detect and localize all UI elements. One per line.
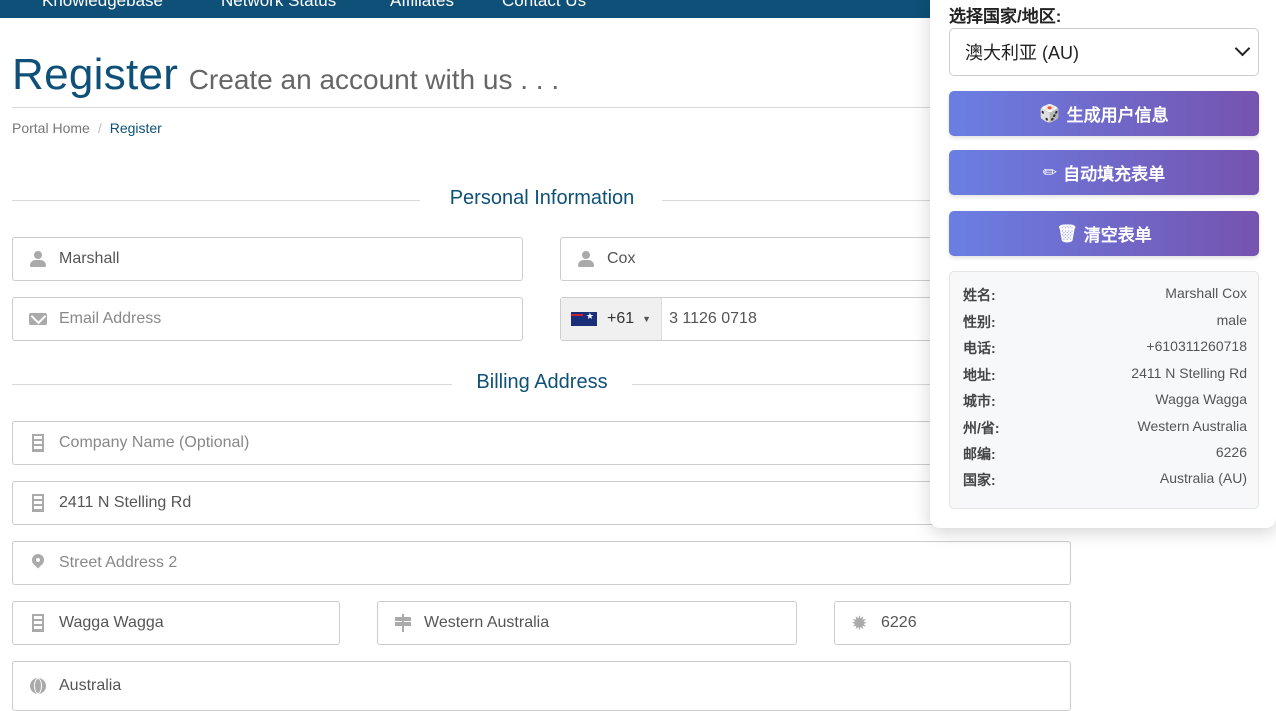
clear-form-button[interactable]: 🗑 清空表单	[949, 211, 1259, 256]
company-name-input[interactable]: Company Name (Optional)	[12, 421, 1071, 465]
caret-down-icon: ▼	[642, 314, 652, 324]
first-name-input[interactable]: Marshall	[12, 237, 523, 281]
phone-code: +61	[607, 310, 635, 327]
info-value: Wagga Wagga	[1155, 391, 1247, 407]
info-key: 城市:	[963, 393, 996, 409]
street-address-2-placeholder: Street Address 2	[59, 554, 178, 571]
nav-network-status[interactable]: Network Status	[221, 0, 336, 11]
user-info-box: 姓名: Marshall Cox 性别: male 电话: +610311260…	[949, 271, 1259, 509]
user-icon	[29, 250, 47, 268]
page-subtitle: Create an account with us . . .	[188, 64, 560, 95]
info-value: Western Australia	[1137, 418, 1247, 434]
info-key: 邮编:	[963, 446, 996, 462]
street-address-input[interactable]: 2411 N Stelling Rd	[12, 481, 1071, 525]
info-row-country: 国家: Australia (AU)	[963, 470, 1247, 490]
section-billing-address: Billing Address	[12, 369, 1072, 399]
section-heading: Personal Information	[449, 187, 635, 209]
postcode-input[interactable]: 6226	[834, 601, 1071, 645]
info-key: 姓名:	[963, 287, 996, 303]
user-icon	[577, 250, 595, 268]
clear-form-label: 清空表单	[1083, 226, 1152, 245]
info-row-name: 姓名: Marshall Cox	[963, 285, 1247, 305]
australia-flag-icon	[571, 311, 597, 326]
section-personal-information: Personal Information	[12, 185, 1072, 215]
company-placeholder: Company Name (Optional)	[59, 434, 250, 451]
first-name-value: Marshall	[59, 250, 120, 267]
state-value: Western Australia	[424, 614, 550, 631]
info-row-phone: 电话: +610311260718	[963, 338, 1247, 358]
country-select[interactable]: 澳大利亚 (AU)	[949, 28, 1259, 76]
autofill-panel: 选择国家/地区: 澳大利亚 (AU) 🎲 生成用户信息 ✏ 自动填充表单 🗑 清…	[930, 0, 1276, 528]
country-select-label: 选择国家/地区:	[949, 7, 1062, 26]
section-heading: Billing Address	[476, 371, 608, 393]
info-row-city: 城市: Wagga Wagga	[963, 391, 1247, 411]
envelope-icon	[29, 310, 47, 328]
generate-user-label: 生成用户信息	[1066, 106, 1169, 125]
info-key: 性别:	[963, 314, 996, 330]
map-marker-icon	[29, 554, 47, 572]
info-row-gender: 性别: male	[963, 312, 1247, 332]
info-row-address: 地址: 2411 N Stelling Rd	[963, 365, 1247, 385]
globe-icon	[29, 677, 47, 695]
info-value: Marshall Cox	[1165, 285, 1247, 301]
country-input[interactable]: Australia	[12, 661, 1071, 711]
nav-contact-us[interactable]: Contact Us	[502, 0, 586, 11]
info-value: 2411 N Stelling Rd	[1131, 365, 1247, 381]
info-value: Australia (AU)	[1159, 470, 1247, 486]
nav-affiliates[interactable]: Affiliates	[390, 0, 454, 11]
pencil-icon: ✏	[1042, 162, 1058, 182]
breadcrumb-current: Register	[109, 120, 162, 136]
page-title-main: Register	[12, 50, 179, 99]
breadcrumb: Portal Home / Register	[12, 120, 162, 136]
autofill-form-button[interactable]: ✏ 自动填充表单	[949, 150, 1259, 195]
info-row-postcode: 邮编: 6226	[963, 444, 1247, 464]
state-input[interactable]: Western Australia	[377, 601, 797, 645]
phone-number-value: 3 1126 0718	[669, 310, 757, 327]
city-value: Wagga Wagga	[59, 614, 164, 631]
country-value: Australia	[59, 677, 122, 694]
generate-user-button[interactable]: 🎲 生成用户信息	[949, 91, 1259, 136]
certificate-icon	[851, 611, 869, 636]
email-input[interactable]: Email Address	[12, 297, 523, 341]
page-title: Register Create an account with us . . .	[12, 50, 559, 100]
email-placeholder: Email Address	[59, 310, 162, 327]
breadcrumb-separator: /	[97, 120, 102, 136]
country-code-selector[interactable]: +61 ▼	[561, 298, 663, 340]
city-input[interactable]: Wagga Wagga	[12, 601, 340, 645]
info-row-state: 州/省: Western Australia	[963, 418, 1247, 438]
country-select-value: 澳大利亚 (AU)	[965, 43, 1079, 63]
info-value: +610311260718	[1146, 338, 1247, 354]
last-name-value: Cox	[607, 250, 636, 267]
breadcrumb-home[interactable]: Portal Home	[12, 120, 90, 136]
street-address-value: 2411 N Stelling Rd	[59, 494, 192, 511]
nav-knowledgebase[interactable]: Knowledgebase	[42, 0, 163, 11]
signpost-icon	[394, 614, 412, 632]
building-icon	[29, 434, 47, 452]
info-key: 国家:	[963, 472, 996, 488]
postcode-value: 6226	[881, 614, 917, 631]
info-value: 6226	[1215, 444, 1247, 460]
building-icon	[29, 494, 47, 512]
autofill-form-label: 自动填充表单	[1063, 165, 1166, 184]
trash-icon: 🗑	[1056, 223, 1078, 243]
info-key: 州/省:	[963, 420, 1000, 436]
header-divider	[12, 107, 1072, 108]
info-value: male	[1216, 312, 1247, 328]
dice-icon: 🎲	[1039, 103, 1061, 123]
building-icon	[29, 614, 47, 632]
info-key: 地址:	[963, 367, 996, 383]
info-key: 电话:	[963, 340, 996, 356]
street-address-2-input[interactable]: Street Address 2	[12, 541, 1071, 585]
chevron-down-icon	[1234, 40, 1251, 57]
